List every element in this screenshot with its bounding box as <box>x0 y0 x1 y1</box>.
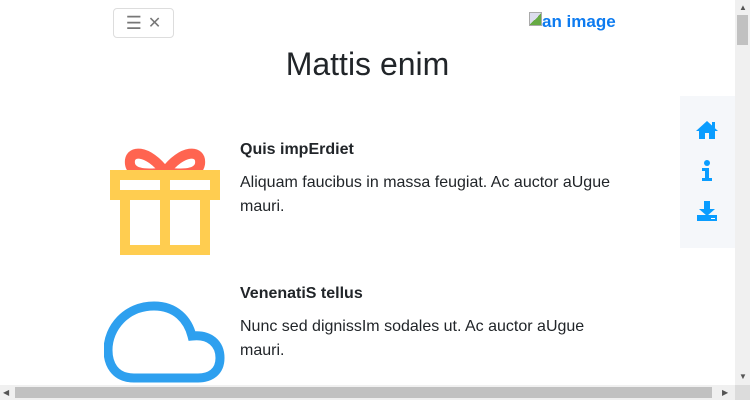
feature-text: Nunc sed dignissIm sodales ut. Ac auctor… <box>240 318 585 359</box>
logo-link[interactable]: an image <box>529 12 616 32</box>
page-title: Mattis enim <box>285 46 450 82</box>
home-icon[interactable] <box>695 120 719 144</box>
hamburger-icon: ☰ <box>125 12 142 33</box>
logo-alt-text: an image <box>542 12 616 31</box>
cloud-icon <box>104 301 225 383</box>
scrollbar-thumb[interactable] <box>737 15 748 45</box>
page: ☰ ✕ an image Mattis enim Quis impErdiet A… <box>0 0 735 385</box>
feature-item: Quis impErdiet Aliquam faucibus in massa… <box>240 141 620 219</box>
scrollbar-thumb[interactable] <box>15 387 712 398</box>
scrollbar-corner <box>735 385 750 400</box>
vertical-scrollbar[interactable]: ▲ ▼ <box>735 0 750 385</box>
feature-item: VenenatiS tellus Nunc sed dignissIm soda… <box>240 285 620 363</box>
feature-text: Aliquam faucibus in massa feugiat. Ac au… <box>240 174 610 215</box>
sidebar-nav <box>680 96 735 248</box>
download-icon[interactable] <box>695 200 719 224</box>
menu-toggle-button[interactable]: ☰ ✕ <box>113 8 174 38</box>
feature-title: VenenatiS tellus <box>240 285 363 302</box>
feature-title: Quis impErdiet <box>240 141 354 158</box>
horizontal-scrollbar[interactable]: ◀ ▶ <box>0 385 735 400</box>
info-icon[interactable] <box>695 160 719 184</box>
gift-icon <box>110 148 220 255</box>
close-icon: ✕ <box>147 15 162 32</box>
broken-image-icon <box>529 12 542 26</box>
